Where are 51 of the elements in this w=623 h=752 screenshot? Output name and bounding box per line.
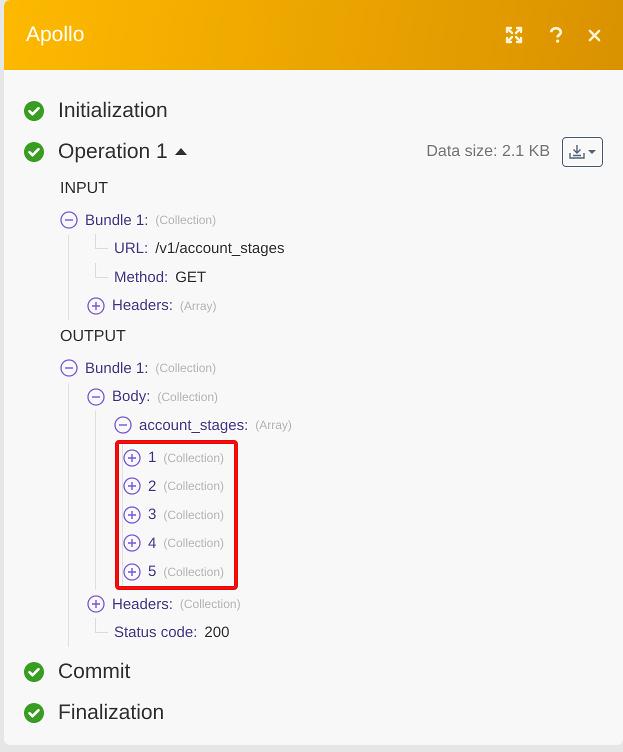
type-hint: (Array) [180, 298, 217, 313]
type-hint: (Collection) [163, 450, 224, 465]
download-button[interactable] [562, 136, 603, 166]
field-label[interactable]: Headers: [112, 596, 173, 613]
window-title: Apollo [26, 23, 86, 47]
expand-icon[interactable] [123, 562, 141, 581]
collapse-icon[interactable] [87, 388, 105, 406]
field-label[interactable]: 4 [148, 534, 156, 552]
field-label[interactable]: Bundle 1: [85, 360, 148, 377]
field-label[interactable]: 1 [148, 449, 156, 466]
expand-icon[interactable] [87, 296, 105, 315]
field-value: GET [175, 268, 206, 286]
collapse-icon[interactable] [114, 416, 132, 434]
stage-label[interactable]: Commit [58, 660, 130, 684]
stage-label[interactable]: Operation 1 [58, 140, 168, 164]
expand-icon[interactable] [123, 448, 141, 467]
expand-icon[interactable] [87, 595, 105, 614]
section-heading: INPUT [60, 179, 109, 199]
expand-icon[interactable] [123, 506, 141, 524]
expand-icon[interactable] [123, 477, 141, 496]
download-icon [569, 144, 585, 159]
collapse-icon[interactable] [60, 211, 78, 230]
field-label[interactable]: account_stages: [139, 416, 248, 434]
type-hint: (Collection) [163, 479, 224, 494]
field-label[interactable]: 5 [148, 563, 156, 580]
field-label[interactable]: Body: [112, 388, 150, 406]
section-heading: OUTPUT [60, 327, 127, 347]
field-label[interactable]: Headers: [112, 297, 173, 314]
type-hint: (Collection) [163, 564, 224, 579]
field-label: Method: [114, 268, 168, 286]
field-value: 200 [204, 624, 230, 642]
expand-icon[interactable] [123, 534, 141, 552]
field-label: Status code: [114, 624, 198, 642]
stage-label[interactable]: Finalization [58, 700, 164, 724]
collapse-caret-icon[interactable] [174, 147, 187, 156]
field-value: /v1/account_stages [155, 240, 284, 258]
type-hint: (Collection) [163, 536, 224, 550]
type-hint: (Collection) [180, 597, 241, 612]
type-hint: (Array) [255, 418, 292, 432]
field-label[interactable]: 2 [148, 478, 156, 495]
type-hint: (Collection) [157, 390, 218, 404]
caret-icon [588, 150, 596, 154]
field-label: URL: [114, 240, 148, 258]
field-label[interactable]: 3 [148, 506, 156, 524]
type-hint: (Collection) [163, 508, 224, 522]
field-label[interactable]: Bundle 1: [85, 212, 148, 229]
type-hint: (Collection) [155, 213, 216, 228]
stage-label[interactable]: Initialization [58, 98, 168, 122]
type-hint: (Collection) [155, 361, 216, 376]
collapse-icon[interactable] [60, 359, 78, 378]
data-size: Data size: 2.1 KB [426, 142, 550, 160]
